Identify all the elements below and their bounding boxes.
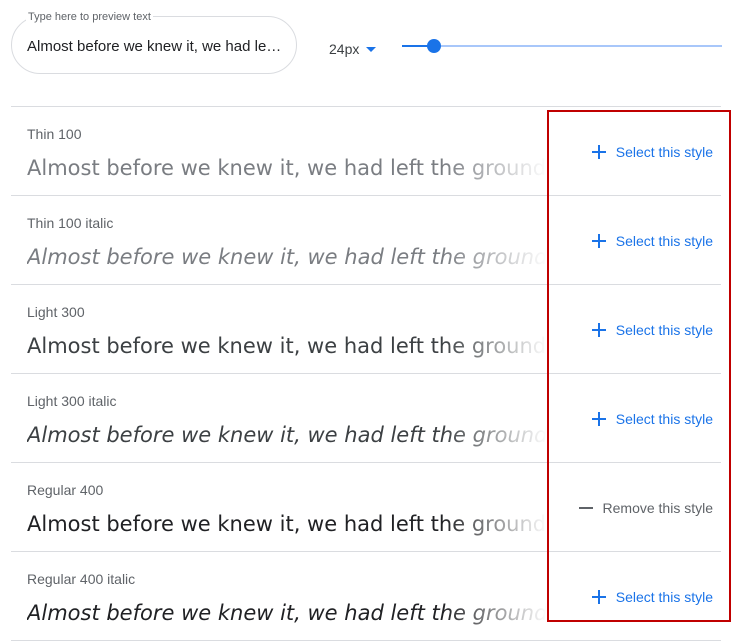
style-name: Thin 100 [27, 126, 82, 142]
style-action-label: Select this style [615, 233, 713, 249]
plus-icon [591, 234, 606, 248]
preview-text-input[interactable] [27, 35, 283, 59]
style-row: Regular 400 Almost before we knew it, we… [11, 463, 721, 552]
style-name: Regular 400 italic [27, 571, 136, 587]
style-row: Thin 100 italic Almost before we knew it… [11, 196, 721, 285]
preview-field-label: Type here to preview text [26, 10, 153, 24]
select-style-button[interactable]: Select this style [591, 586, 713, 608]
style-sample-text: Almost before we knew it, we had left th… [27, 601, 547, 625]
font-size-value: 24px [329, 41, 360, 57]
style-row: Light 300 italic Almost before we knew i… [11, 374, 721, 463]
select-style-button[interactable]: Select this style [591, 319, 713, 341]
style-sample-text: Almost before we knew it, we had left th… [27, 245, 547, 269]
minus-icon [578, 501, 593, 515]
preview-toolbar: Type here to preview text 24px [0, 0, 740, 100]
style-action-label: Select this style [615, 411, 713, 427]
style-sample-text: Almost before we knew it, we had left th… [27, 334, 547, 358]
preview-text-field[interactable]: Type here to preview text [11, 10, 297, 74]
style-action-label: Select this style [615, 589, 713, 605]
style-row: Light 300 Almost before we knew it, we h… [11, 285, 721, 374]
style-name: Light 300 italic [27, 393, 117, 409]
style-sample-text: Almost before we knew it, we had left th… [27, 156, 547, 180]
style-sample-text: Almost before we knew it, we had left th… [27, 512, 547, 536]
plus-icon [591, 412, 606, 426]
chevron-down-icon [366, 46, 377, 52]
style-name: Regular 400 [27, 482, 104, 498]
style-action-label: Remove this style [602, 500, 713, 516]
font-size-slider[interactable] [402, 38, 722, 54]
font-styles-list: Thin 100 Almost before we knew it, we ha… [11, 106, 721, 641]
style-row: Thin 100 Almost before we knew it, we ha… [11, 107, 721, 196]
select-style-button[interactable]: Select this style [591, 230, 713, 252]
style-action-label: Select this style [615, 322, 713, 338]
plus-icon [591, 590, 606, 604]
style-name: Thin 100 italic [27, 215, 114, 231]
style-row: Regular 400 italic Almost before we knew… [11, 552, 721, 641]
remove-style-button[interactable]: Remove this style [578, 497, 713, 519]
slider-track [402, 45, 722, 47]
select-style-button[interactable]: Select this style [591, 141, 713, 163]
style-sample-text: Almost before we knew it, we had left th… [27, 423, 547, 447]
font-size-dropdown[interactable]: 24px [329, 38, 377, 60]
plus-icon [591, 323, 606, 337]
plus-icon [591, 145, 606, 159]
slider-thumb[interactable] [427, 39, 441, 53]
style-name: Light 300 [27, 304, 85, 320]
style-action-label: Select this style [615, 144, 713, 160]
select-style-button[interactable]: Select this style [591, 408, 713, 430]
